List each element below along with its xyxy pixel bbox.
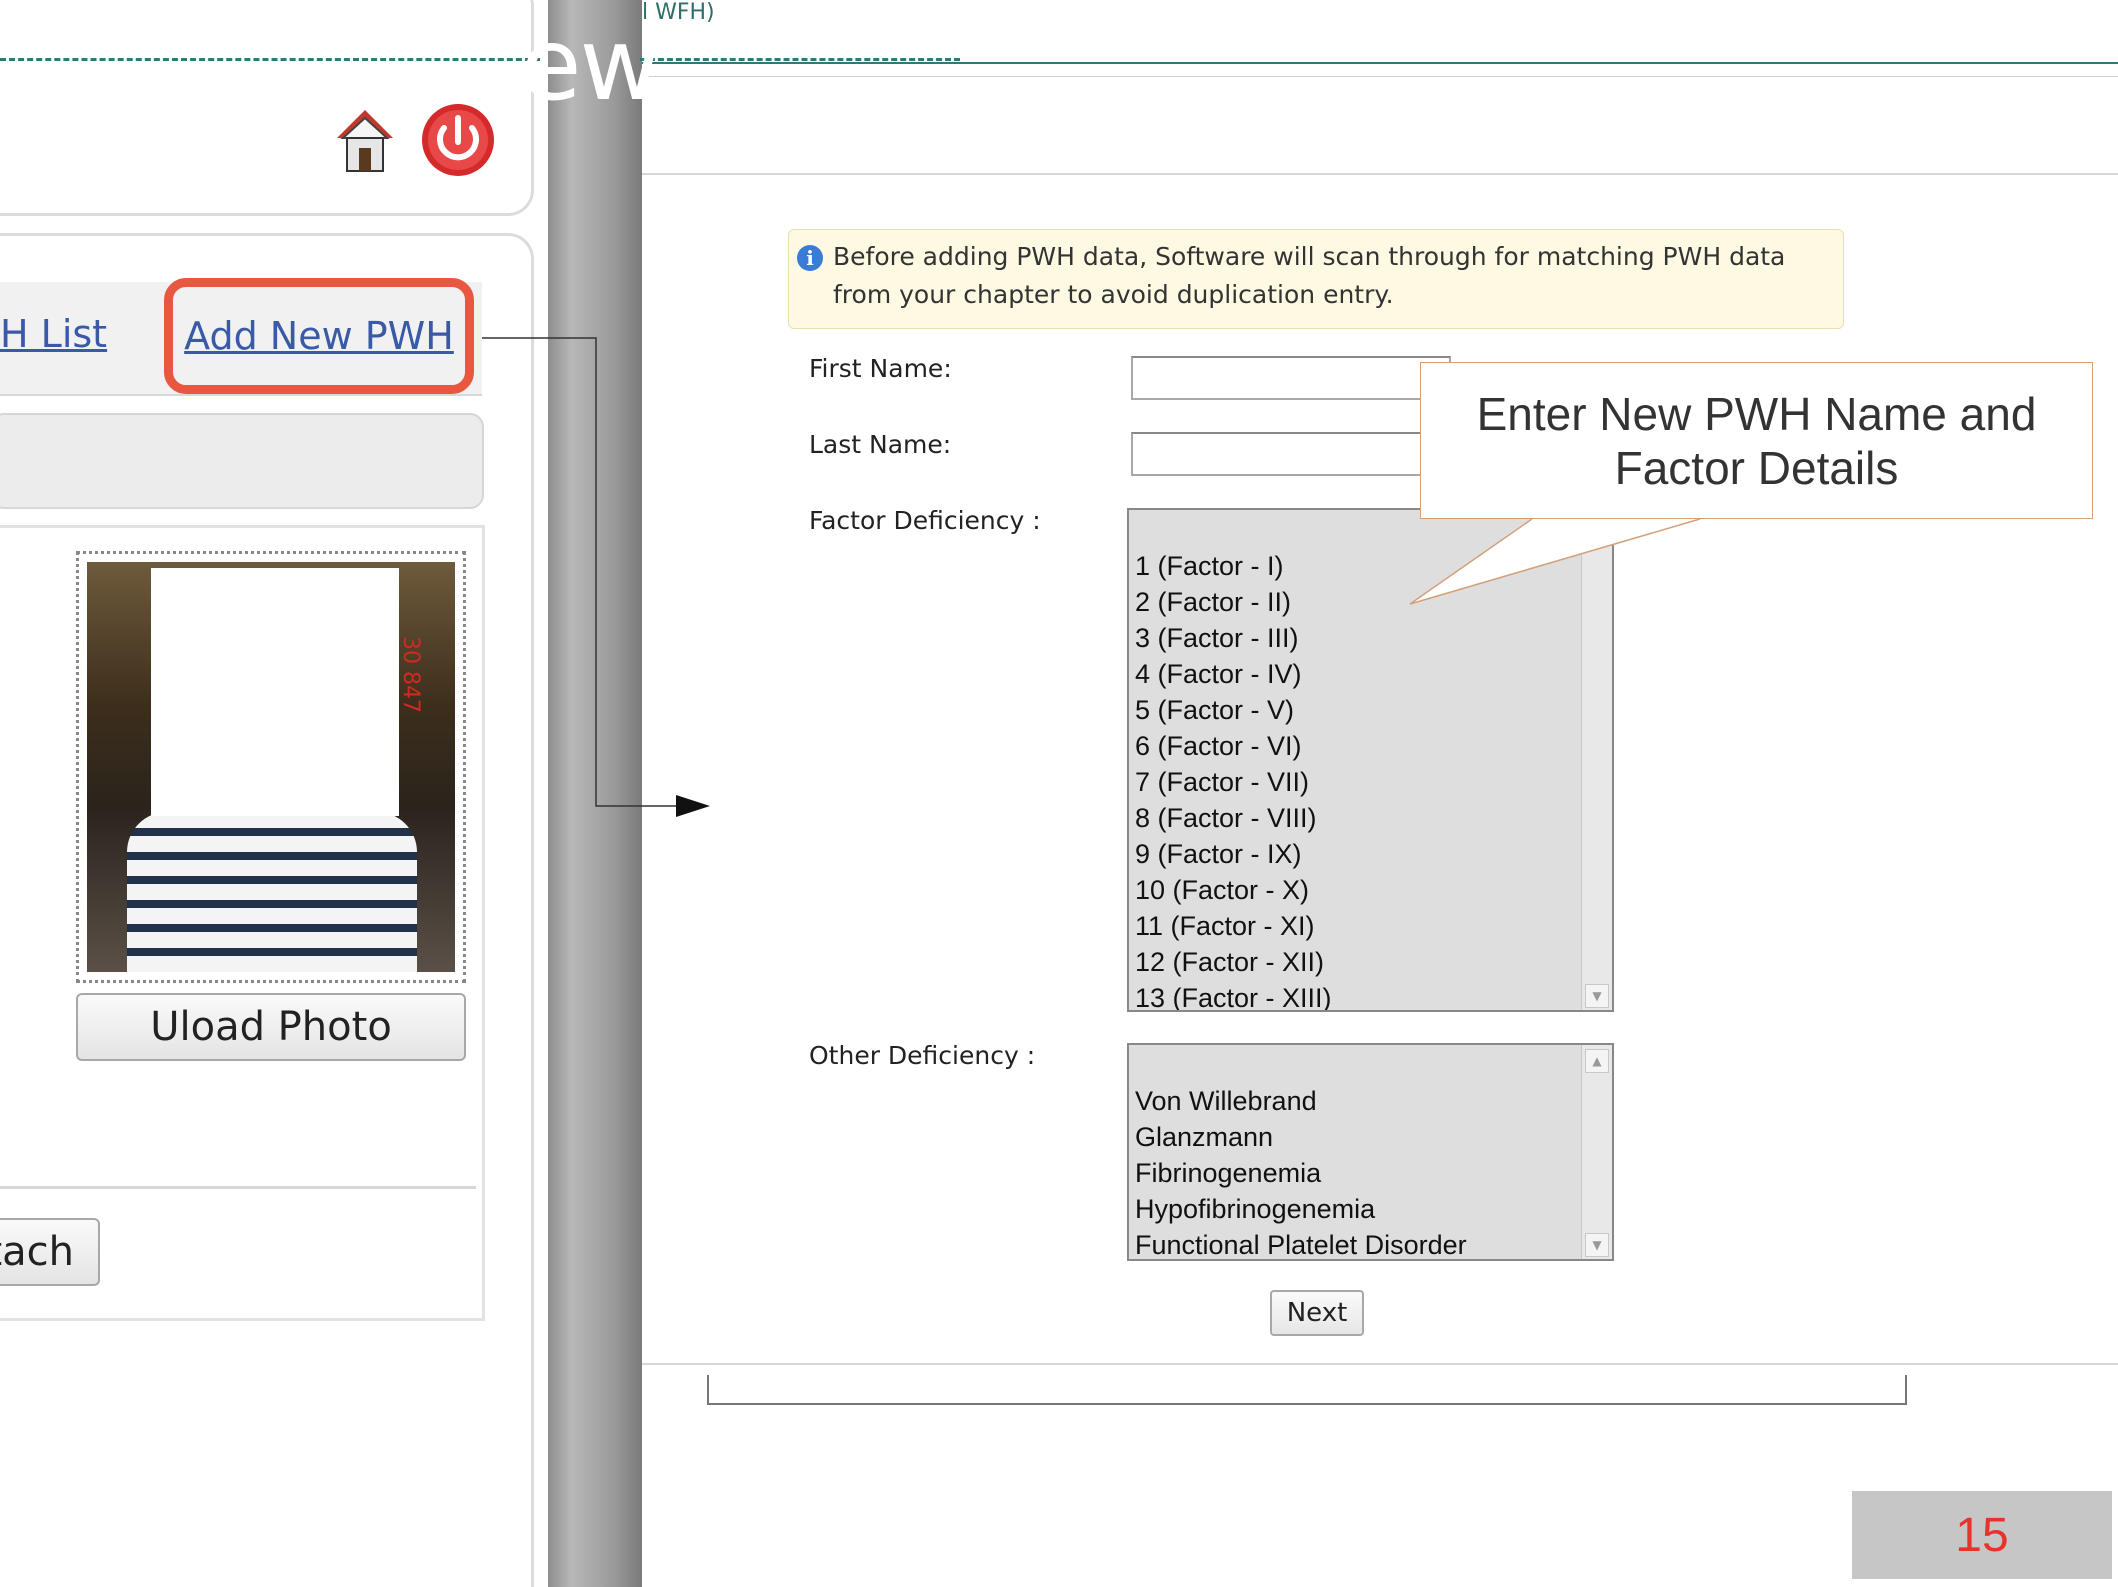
factor-option[interactable]: 12 (Factor - XII): [1129, 944, 1612, 980]
listbox-blank-option[interactable]: [1129, 1045, 1612, 1083]
factor-listbox-scrollbar[interactable]: ▼: [1581, 510, 1612, 1010]
first-name-input[interactable]: [1131, 356, 1451, 400]
divider-line: [0, 1186, 476, 1189]
other-listbox-scrollbar[interactable]: ▲ ▼: [1581, 1045, 1612, 1259]
factor-deficiency-label: Factor Deficiency :: [809, 506, 1041, 535]
factor-option[interactable]: 4 (Factor - IV): [1129, 656, 1612, 692]
scroll-down-icon[interactable]: ▼: [1585, 1233, 1609, 1257]
factor-option[interactable]: 1 (Factor - I): [1129, 548, 1612, 584]
left-app-panel: H List Add New PWH 30 847 Uload Photo ta…: [0, 0, 548, 1587]
profile-photo: 30 847: [87, 562, 455, 972]
tab-add-new-pwh-label[interactable]: Add New PWH: [184, 314, 454, 358]
factor-option[interactable]: 7 (Factor - VII): [1129, 764, 1612, 800]
other-deficiency-label: Other Deficiency :: [809, 1041, 1036, 1070]
home-icon[interactable]: [335, 108, 395, 173]
tab-pwh-list[interactable]: H List: [0, 312, 107, 356]
upload-photo-button[interactable]: Uload Photo: [76, 993, 466, 1061]
info-message-text: Before adding PWH data, Software will sc…: [833, 242, 1786, 309]
footer-bracket: [707, 1375, 1907, 1405]
info-icon: i: [797, 245, 823, 271]
first-name-label: First Name:: [809, 354, 952, 383]
toolbar-bar: [0, 413, 484, 509]
next-button[interactable]: Next: [1270, 1290, 1364, 1336]
factor-option[interactable]: 3 (Factor - III): [1129, 620, 1612, 656]
factor-option[interactable]: 13 (Factor - XIII): [1129, 980, 1612, 1010]
attach-button[interactable]: tach: [0, 1218, 100, 1286]
scroll-down-icon[interactable]: ▼: [1585, 984, 1609, 1008]
title-underline-right: [640, 58, 960, 61]
other-option[interactable]: Fibrinogenemia: [1129, 1155, 1612, 1191]
other-option[interactable]: Glanzmann: [1129, 1119, 1612, 1155]
factor-option[interactable]: 10 (Factor - X): [1129, 872, 1612, 908]
factor-option[interactable]: 8 (Factor - VIII): [1129, 800, 1612, 836]
info-message-box: i Before adding PWH data, Software will …: [788, 229, 1844, 329]
slide-title: ew: [520, 6, 661, 123]
scroll-up-icon[interactable]: ▲: [1585, 1049, 1609, 1073]
factor-option[interactable]: 9 (Factor - IX): [1129, 836, 1612, 872]
other-deficiency-listbox[interactable]: Von Willebrand Glanzmann Fibrinogenemia …: [1127, 1043, 1614, 1261]
other-option[interactable]: Hypofibrinogenemia: [1129, 1191, 1612, 1227]
last-name-input[interactable]: [1131, 432, 1451, 476]
callout-box: Enter New PWH Name and Factor Details: [1420, 362, 2093, 519]
panel-divider: [548, 0, 642, 1587]
other-option[interactable]: Functional Platelet Disorder: [1129, 1227, 1612, 1259]
photo-redaction: [151, 568, 399, 816]
other-option[interactable]: Von Willebrand: [1129, 1083, 1612, 1119]
factor-option[interactable]: 11 (Factor - XI): [1129, 908, 1612, 944]
page-number-box: 15: [1852, 1491, 2112, 1579]
top-rule-thin: [642, 76, 2118, 77]
factor-deficiency-listbox[interactable]: 1 (Factor - I) 2 (Factor - II) 3 (Factor…: [1127, 508, 1614, 1012]
power-icon[interactable]: [420, 102, 496, 178]
last-name-label: Last Name:: [809, 430, 952, 459]
top-rule: [642, 62, 2118, 64]
photo-shirt: [127, 812, 417, 972]
factor-option[interactable]: 5 (Factor - V): [1129, 692, 1612, 728]
callout-text: Enter New PWH Name and Factor Details: [1476, 387, 2037, 494]
title-underline-left: [0, 58, 540, 61]
photo-frame: 30 847: [76, 551, 466, 983]
page-number: 15: [1955, 1508, 2009, 1562]
footer-rule: [642, 1363, 2118, 1365]
factor-option[interactable]: 2 (Factor - II): [1129, 584, 1612, 620]
section-rule: [642, 173, 2118, 175]
tab-add-new-pwh[interactable]: Add New PWH: [164, 278, 474, 394]
factor-option[interactable]: 6 (Factor - VI): [1129, 728, 1612, 764]
photo-date-stamp: 30 847: [398, 636, 424, 713]
